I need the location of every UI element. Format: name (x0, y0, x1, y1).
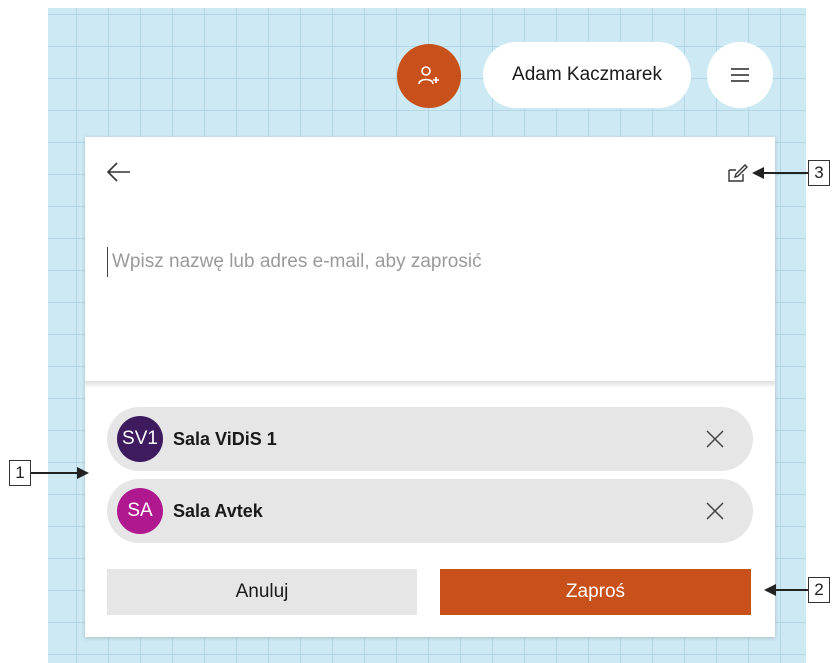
callout-2-label: 2 (814, 580, 824, 599)
pencil-square-icon[interactable] (728, 164, 748, 182)
invite-label: Zaproś (565, 581, 626, 602)
cancel-label: Anuluj (235, 581, 289, 602)
divider (85, 381, 775, 387)
menu-button[interactable] (707, 42, 773, 108)
callout-1-box: 1 (9, 460, 31, 486)
callout-2-arrow (764, 584, 808, 596)
cancel-button[interactable]: Anuluj (107, 569, 417, 615)
add-person-button[interactable] (397, 44, 461, 108)
invitee-chip: SV1 Sala ViDiS 1 (107, 407, 753, 471)
arrow-left-icon[interactable] (106, 160, 132, 184)
user-name-button[interactable]: Adam Kaczmarek (483, 42, 691, 108)
invitee-chip: SA Sala Avtek (107, 479, 753, 543)
input-area (85, 137, 775, 381)
callout-1-label: 1 (15, 463, 25, 482)
avatar: SV1 (117, 416, 163, 462)
person-add-icon (418, 66, 439, 85)
invite-search-input[interactable] (107, 247, 712, 277)
invitee-name: Sala Avtek (173, 500, 263, 521)
invite-button[interactable]: Zaproś (440, 569, 751, 615)
hamburger-icon (731, 68, 749, 82)
callout-3-arrow (752, 167, 808, 179)
callout-3-label: 3 (814, 163, 824, 182)
avatar: SA (117, 488, 163, 534)
invite-panel: SV1 Sala ViDiS 1 SA Sala Avtek Anuluj Za… (85, 137, 775, 637)
user-name: Adam Kaczmarek (512, 64, 662, 85)
close-icon[interactable] (705, 501, 725, 521)
callout-1-arrow (31, 467, 89, 479)
avatar-initials: SV1 (122, 428, 158, 449)
invitee-name: Sala ViDiS 1 (173, 428, 277, 449)
close-icon[interactable] (705, 429, 725, 449)
avatar-initials: SA (127, 500, 153, 521)
callout-2-box: 2 (808, 577, 830, 603)
callout-3-box: 3 (808, 160, 830, 186)
